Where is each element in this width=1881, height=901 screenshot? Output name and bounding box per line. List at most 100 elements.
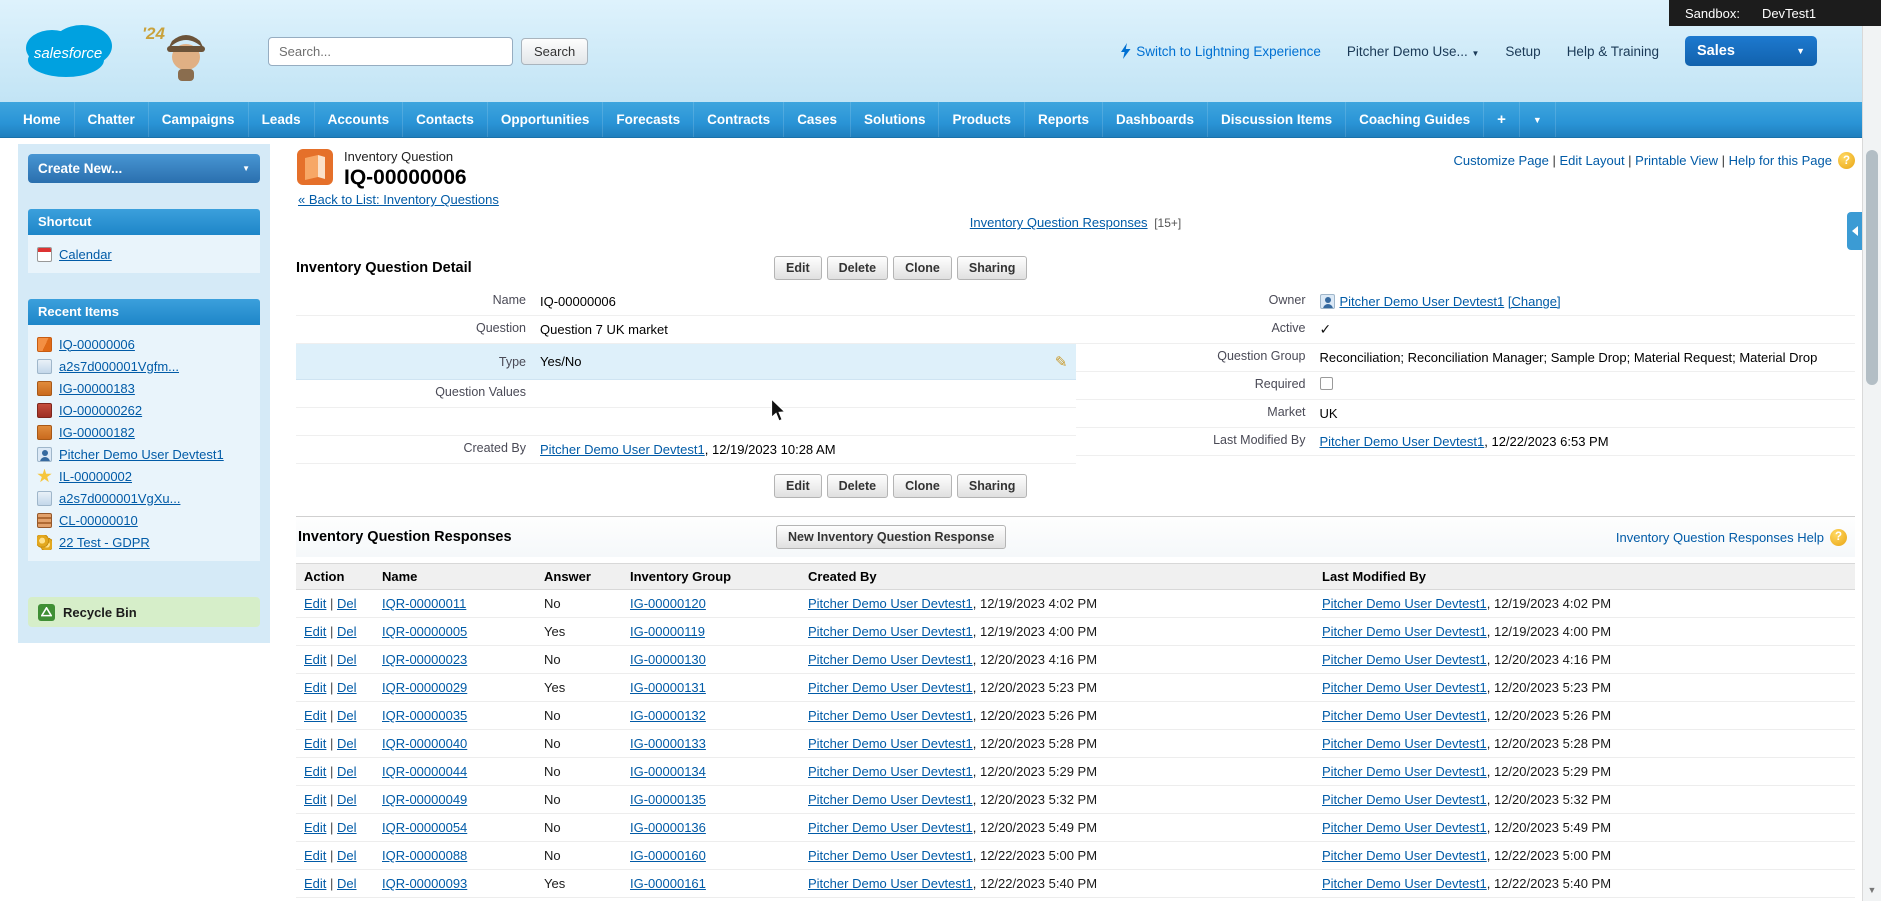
user-link[interactable]: Pitcher Demo User Devtest1	[808, 596, 973, 611]
delete-button[interactable]: Delete	[827, 256, 889, 280]
edit-layout-link[interactable]: Edit Layout	[1560, 153, 1625, 168]
setup-link[interactable]: Setup	[1505, 44, 1540, 59]
scrollbar-thumb[interactable]	[1866, 150, 1878, 385]
inventory-group-link[interactable]: IG-00000160	[630, 848, 706, 863]
collapse-right-panel-handle[interactable]	[1847, 212, 1862, 250]
row-edit-link[interactable]: Edit	[304, 820, 326, 835]
recent-item-link[interactable]: IG-00000182	[59, 425, 135, 440]
calendar-link[interactable]: Calendar	[59, 247, 112, 262]
related-list-help-icon[interactable]: ?	[1830, 529, 1847, 546]
recent-item-link[interactable]: Pitcher Demo User Devtest1	[59, 447, 224, 462]
related-shortcut-link[interactable]: Inventory Question Responses	[970, 215, 1148, 230]
help-for-this-page-link[interactable]: Help for this Page	[1729, 153, 1832, 168]
user-link[interactable]: Pitcher Demo User Devtest1	[1322, 764, 1487, 779]
column-header-answer[interactable]: Answer	[536, 564, 622, 590]
column-header-action[interactable]: Action	[296, 564, 374, 590]
response-name-link[interactable]: IQR-00000093	[382, 876, 467, 891]
tab-contracts[interactable]: Contracts	[694, 102, 784, 137]
sharing-button[interactable]: Sharing	[957, 256, 1028, 280]
user-link[interactable]: Pitcher Demo User Devtest1	[808, 792, 973, 807]
tab-reports[interactable]: Reports	[1025, 102, 1103, 137]
user-link[interactable]: Pitcher Demo User Devtest1	[808, 820, 973, 835]
user-link[interactable]: Pitcher Demo User Devtest1	[1322, 624, 1487, 639]
delete-button[interactable]: Delete	[827, 474, 889, 498]
sharing-button[interactable]: Sharing	[957, 474, 1028, 498]
user-link[interactable]: Pitcher Demo User Devtest1	[808, 708, 973, 723]
row-edit-link[interactable]: Edit	[304, 708, 326, 723]
recent-item-link[interactable]: 22 Test - GDPR	[59, 535, 150, 550]
user-link[interactable]: Pitcher Demo User Devtest1	[808, 736, 973, 751]
response-name-link[interactable]: IQR-00000040	[382, 736, 467, 751]
back-to-list-link[interactable]: « Back to List: Inventory Questions	[298, 192, 499, 207]
search-input[interactable]	[268, 37, 513, 66]
inventory-group-link[interactable]: IG-00000119	[630, 624, 705, 639]
tab-campaigns[interactable]: Campaigns	[149, 102, 249, 137]
row-del-link[interactable]: Del	[337, 736, 357, 751]
response-name-link[interactable]: IQR-00000005	[382, 624, 467, 639]
row-del-link[interactable]: Del	[337, 764, 357, 779]
inline-edit-pencil-icon[interactable]: ✎	[1055, 353, 1068, 371]
user-link[interactable]: Pitcher Demo User Devtest1	[1322, 736, 1487, 751]
switch-to-lightning-link[interactable]: Switch to Lightning Experience	[1120, 43, 1321, 59]
column-header-created-by[interactable]: Created By	[800, 564, 1314, 590]
user-link[interactable]: Pitcher Demo User Devtest1	[808, 680, 973, 695]
user-link[interactable]: Pitcher Demo User Devtest1	[1322, 876, 1487, 891]
tab-overflow-icon[interactable]: ▼	[1520, 102, 1556, 137]
tab-discussion-items[interactable]: Discussion Items	[1208, 102, 1346, 137]
recent-item-link[interactable]: IO-000000262	[59, 403, 142, 418]
tab-opportunities[interactable]: Opportunities	[488, 102, 604, 137]
response-name-link[interactable]: IQR-00000029	[382, 680, 467, 695]
row-edit-link[interactable]: Edit	[304, 680, 326, 695]
row-edit-link[interactable]: Edit	[304, 764, 326, 779]
user-link[interactable]: Pitcher Demo User Devtest1	[1322, 680, 1487, 695]
row-del-link[interactable]: Del	[337, 876, 357, 891]
row-del-link[interactable]: Del	[337, 820, 357, 835]
row-edit-link[interactable]: Edit	[304, 736, 326, 751]
tab-contacts[interactable]: Contacts	[403, 102, 488, 137]
recycle-bin[interactable]: Recycle Bin	[28, 597, 260, 627]
user-link[interactable]: Pitcher Demo User Devtest1	[1340, 294, 1505, 309]
clone-button[interactable]: Clone	[893, 474, 952, 498]
inventory-group-link[interactable]: IG-00000134	[630, 764, 706, 779]
row-del-link[interactable]: Del	[337, 708, 357, 723]
tab-solutions[interactable]: Solutions	[851, 102, 940, 137]
recent-item-link[interactable]: a2s7d000001Vgfm...	[59, 359, 179, 374]
user-link[interactable]: Pitcher Demo User Devtest1	[808, 876, 973, 891]
recent-item-link[interactable]: CL-00000010	[59, 513, 138, 528]
recent-item-link[interactable]: IQ-00000006	[59, 337, 135, 352]
row-edit-link[interactable]: Edit	[304, 652, 326, 667]
tab-dashboards[interactable]: Dashboards	[1103, 102, 1208, 137]
user-link[interactable]: Pitcher Demo User Devtest1	[1322, 848, 1487, 863]
inventory-group-link[interactable]: IG-00000131	[630, 680, 706, 695]
inventory-group-link[interactable]: IG-00000135	[630, 792, 706, 807]
row-del-link[interactable]: Del	[337, 652, 357, 667]
create-new-button[interactable]: Create New... ▼	[28, 154, 260, 183]
user-link[interactable]: Pitcher Demo User Devtest1	[1320, 434, 1485, 449]
tab-forecasts[interactable]: Forecasts	[603, 102, 694, 137]
user-link[interactable]: Pitcher Demo User Devtest1	[1322, 652, 1487, 667]
response-name-link[interactable]: IQR-00000023	[382, 652, 467, 667]
row-del-link[interactable]: Del	[337, 848, 357, 863]
response-name-link[interactable]: IQR-00000035	[382, 708, 467, 723]
new-response-button[interactable]: New Inventory Question Response	[776, 525, 1006, 549]
user-link[interactable]: Pitcher Demo User Devtest1	[1322, 708, 1487, 723]
tab-coaching-guides[interactable]: Coaching Guides	[1346, 102, 1484, 137]
column-header-last-modified-by[interactable]: Last Modified By	[1314, 564, 1855, 590]
recent-item-link[interactable]: a2s7d000001VgXu...	[59, 491, 180, 506]
row-edit-link[interactable]: Edit	[304, 876, 326, 891]
response-name-link[interactable]: IQR-00000088	[382, 848, 467, 863]
inventory-group-link[interactable]: IG-00000133	[630, 736, 706, 751]
inventory-group-link[interactable]: IG-00000132	[630, 708, 706, 723]
tab-cases[interactable]: Cases	[784, 102, 851, 137]
row-del-link[interactable]: Del	[337, 680, 357, 695]
tab-leads[interactable]: Leads	[249, 102, 315, 137]
change-owner-link[interactable]: [Change]	[1508, 294, 1561, 309]
edit-button[interactable]: Edit	[774, 474, 822, 498]
help-training-link[interactable]: Help & Training	[1567, 44, 1659, 59]
user-link[interactable]: Pitcher Demo User Devtest1	[1322, 596, 1487, 611]
tab-home[interactable]: Home	[10, 102, 75, 137]
user-link[interactable]: Pitcher Demo User Devtest1	[1322, 792, 1487, 807]
user-link[interactable]: Pitcher Demo User Devtest1	[540, 442, 705, 457]
tab-accounts[interactable]: Accounts	[315, 102, 404, 137]
clone-button[interactable]: Clone	[893, 256, 952, 280]
